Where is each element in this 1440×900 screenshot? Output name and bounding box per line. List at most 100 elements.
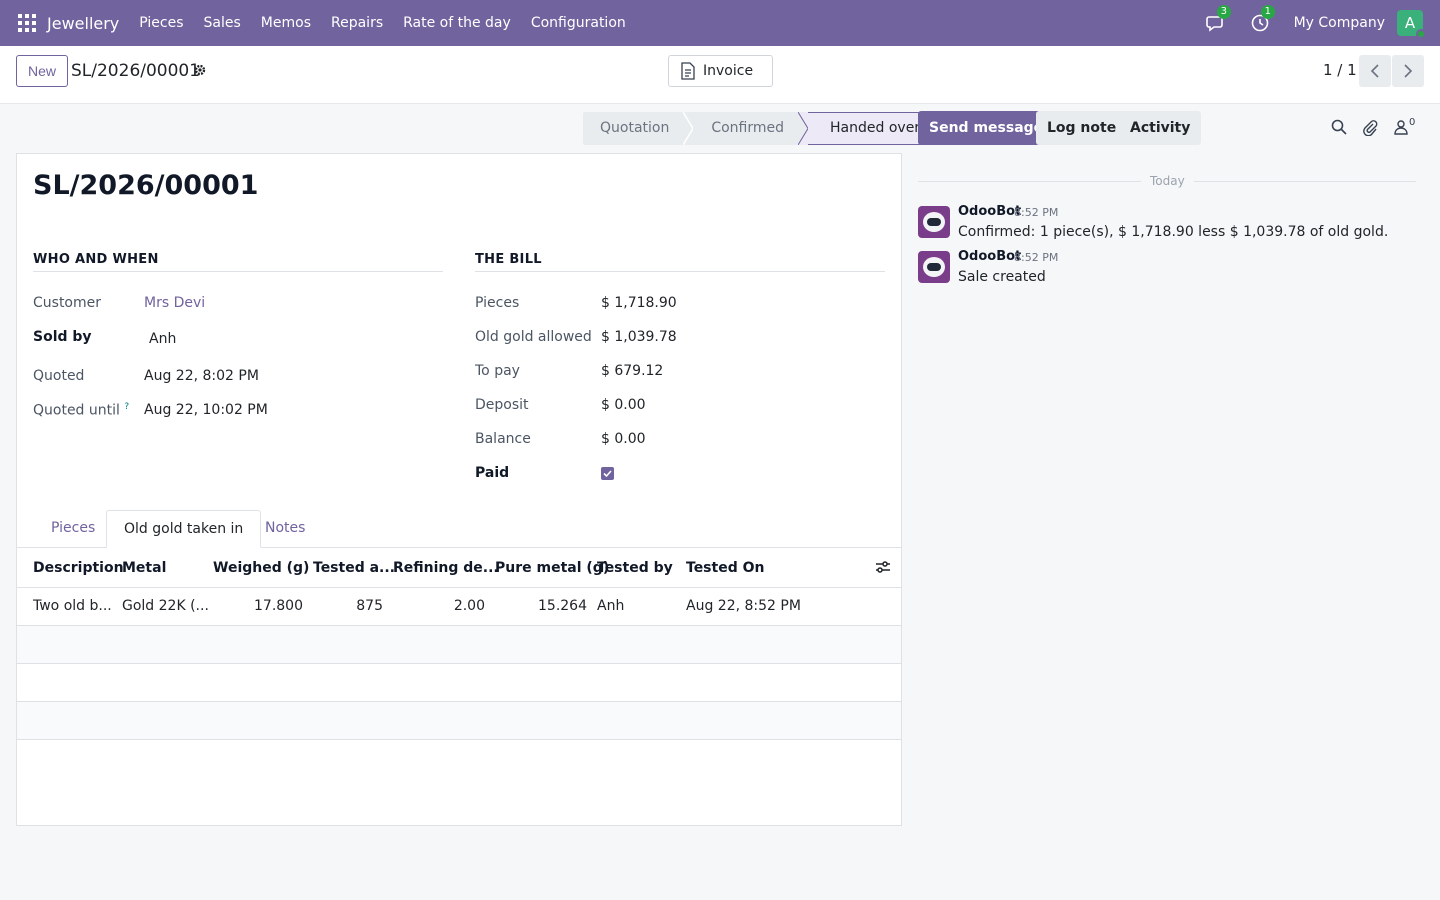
cell-tested-assay: 875	[356, 598, 383, 614]
stage-separator	[798, 112, 809, 145]
messages-badge: 3	[1216, 5, 1231, 19]
message-author[interactable]: OdooBot	[958, 249, 1021, 264]
help-tooltip-icon[interactable]: ?	[124, 402, 129, 412]
tab-old-gold-taken-in[interactable]: Old gold taken in	[106, 510, 262, 548]
tab-notes[interactable]: Notes	[248, 510, 322, 548]
column-description[interactable]: Description	[33, 560, 124, 576]
menu-rate-of-the-day[interactable]: Rate of the day	[403, 15, 511, 31]
new-button[interactable]: New	[16, 55, 69, 87]
menu-configuration[interactable]: Configuration	[531, 15, 626, 31]
deposit-value[interactable]: $ 0.00	[601, 397, 646, 413]
odoobot-avatar[interactable]	[918, 206, 950, 238]
deposit-label: Deposit	[475, 397, 529, 413]
app-name[interactable]: Jewellery	[47, 14, 119, 33]
message-author[interactable]: OdooBot	[958, 204, 1021, 219]
followers-count: 0	[1409, 117, 1416, 128]
activity-button[interactable]: Activity	[1119, 111, 1202, 145]
message-time: 8:52 PM	[1014, 206, 1059, 219]
quoted-label: Quoted	[33, 368, 85, 384]
column-settings-icon[interactable]	[875, 560, 891, 578]
old-gold-allowed-value: $ 1,039.78	[601, 329, 677, 345]
chevron-left-icon	[1370, 64, 1379, 78]
message-body: Confirmed: 1 piece(s), $ 1,718.90 less $…	[958, 224, 1389, 240]
messages-icon[interactable]: 3	[1205, 5, 1231, 33]
menu-pieces[interactable]: Pieces	[139, 15, 183, 31]
tab-pieces[interactable]: Pieces	[34, 510, 112, 548]
pager-value[interactable]: 1 / 1	[1323, 61, 1357, 79]
checkmark-icon	[603, 470, 612, 478]
customer-link[interactable]: Mrs Devi	[144, 295, 205, 311]
column-weighed[interactable]: Weighed (g)	[213, 560, 309, 576]
cell-tested-on: Aug 22, 8:52 PM	[686, 598, 801, 614]
sold-by-value[interactable]: Anh	[149, 331, 176, 347]
pieces-total-value: $ 1,718.90	[601, 295, 677, 311]
quoted-until-label: Quoted until ?	[33, 402, 129, 419]
message-time: 8:52 PM	[1014, 251, 1059, 264]
stage-separator	[683, 112, 694, 145]
followers-icon[interactable]	[1394, 119, 1408, 139]
cell-description: Two old b...	[33, 598, 112, 614]
activities-icon[interactable]: 1	[1250, 5, 1275, 33]
old-gold-allowed-label: Old gold allowed	[475, 329, 592, 345]
status-bar: Quotation Confirmed Handed over	[583, 112, 936, 145]
search-icon[interactable]	[1331, 119, 1347, 139]
table-header: Description Metal Weighed (g) Tested a..…	[17, 548, 901, 588]
empty-row	[17, 664, 901, 702]
column-tested-assay[interactable]: Tested a...	[313, 560, 395, 576]
pieces-total-label: Pieces	[475, 295, 520, 311]
the-bill-heading: THE BILL	[475, 252, 885, 272]
empty-row	[17, 626, 901, 664]
record-title: SL/2026/00001	[33, 170, 259, 201]
menu-memos[interactable]: Memos	[261, 15, 311, 31]
user-avatar-letter: A	[1404, 14, 1416, 32]
top-navbar: Jewellery Pieces Sales Memos Repairs Rat…	[0, 0, 1440, 46]
to-pay-label: To pay	[475, 363, 520, 379]
column-tested-by[interactable]: Tested by	[597, 560, 673, 576]
invoice-button[interactable]: Invoice	[668, 55, 773, 87]
online-status-icon	[1416, 29, 1426, 39]
company-switcher[interactable]: My Company	[1294, 15, 1385, 31]
form-sheet: SL/2026/00001 WHO AND WHEN THE BILL Cust…	[16, 153, 902, 826]
customer-label: Customer	[33, 295, 102, 311]
odoobot-avatar[interactable]	[918, 251, 950, 283]
chevron-right-icon	[1404, 64, 1413, 78]
menu-repairs[interactable]: Repairs	[331, 15, 383, 31]
pager-next-button[interactable]	[1392, 55, 1424, 87]
cell-tested-by: Anh	[597, 598, 625, 614]
menu-sales[interactable]: Sales	[204, 15, 241, 31]
invoice-button-label: Invoice	[703, 63, 754, 79]
activities-badge: 1	[1260, 5, 1275, 19]
quoted-until-label-text: Quoted until	[33, 402, 120, 419]
quoted-until-value[interactable]: Aug 22, 10:02 PM	[144, 402, 268, 418]
message-body: Sale created	[958, 269, 1046, 285]
table-row[interactable]: Two old b... Gold 22K (... 17.800 875 2.…	[17, 588, 901, 626]
to-pay-value: $ 679.12	[601, 363, 664, 379]
document-icon	[681, 62, 695, 80]
cell-refining-deduction: 2.00	[453, 598, 485, 614]
sold-by-label: Sold by	[33, 329, 92, 345]
balance-value: $ 0.00	[601, 431, 646, 447]
stage-quotation[interactable]: Quotation	[583, 112, 684, 145]
send-message-button[interactable]: Send message	[918, 111, 1055, 145]
stage-confirmed[interactable]: Confirmed	[693, 112, 799, 145]
notebook-tabs: Pieces Old gold taken in Notes	[17, 510, 901, 548]
column-metal[interactable]: Metal	[122, 560, 166, 576]
who-and-when-heading: WHO AND WHEN	[33, 252, 443, 272]
quoted-value[interactable]: Aug 22, 8:02 PM	[144, 368, 259, 384]
date-separator: Today	[1141, 174, 1194, 188]
column-refining-deduction[interactable]: Refining de...	[393, 560, 499, 576]
empty-row	[17, 702, 901, 740]
column-pure-metal[interactable]: Pure metal (g)	[495, 560, 609, 576]
balance-label: Balance	[475, 431, 531, 447]
gear-icon[interactable]	[193, 63, 207, 81]
paperclip-icon[interactable]	[1362, 119, 1378, 140]
stage-handed-over[interactable]: Handed over	[808, 112, 936, 145]
pager-previous-button[interactable]	[1359, 55, 1391, 87]
apps-menu-icon[interactable]	[18, 14, 36, 32]
user-avatar[interactable]: A	[1397, 10, 1426, 39]
control-panel: New SL/2026/00001 Invoice 1 / 1	[0, 46, 1440, 104]
log-note-button[interactable]: Log note	[1036, 111, 1128, 145]
paid-checkbox[interactable]	[601, 467, 614, 480]
cell-weighed: 17.800	[254, 598, 303, 614]
column-tested-on[interactable]: Tested On	[686, 560, 764, 576]
